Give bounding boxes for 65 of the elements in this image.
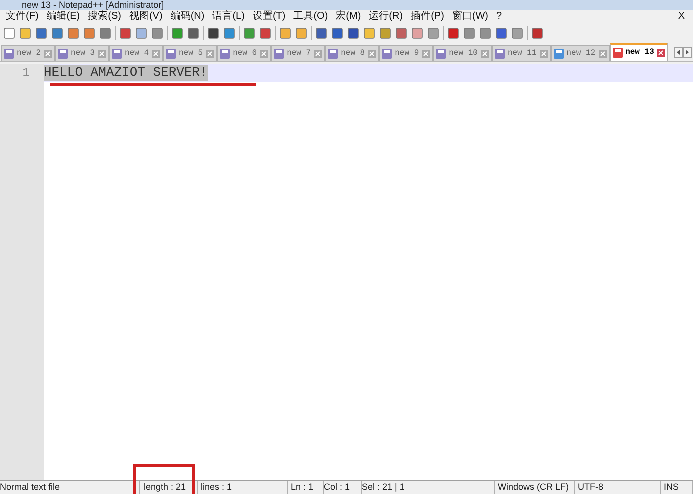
close-icon[interactable] [657,49,666,57]
close-icon[interactable] [368,50,376,58]
menu-item[interactable]: 文件(F) [2,10,43,24]
menu-item[interactable]: 视图(V) [125,10,167,24]
document-tab[interactable]: new 11 [492,45,551,61]
editor-text: HELLO AMAZIOT SERVER! [44,65,208,81]
status-cell: Ln : 1 [288,481,324,494]
close-icon[interactable] [206,50,214,58]
tab-label: new 13 [626,47,654,59]
tab-label: new 10 [449,48,478,60]
tab-label: new 7 [287,48,312,60]
tab-label: new 4 [125,48,150,60]
close-icon[interactable] [540,50,548,58]
status-cell: length : 21 [140,481,198,494]
annotation-frame [133,464,195,494]
menu-item[interactable]: 窗口(W) [448,10,493,24]
scroll-left-icon[interactable] [674,47,683,58]
close-icon[interactable] [98,50,106,58]
tab-label: new 2 [17,48,42,60]
menu-item[interactable]: 插件(P) [407,10,448,24]
tab-label: new 9 [395,48,420,60]
menu-item[interactable]: 搜索(S) [84,10,126,24]
menu-item[interactable]: 运行(R) [365,10,408,24]
status-cell: Normal text file [0,481,140,494]
line-number: 1 [22,65,31,82]
close-icon[interactable] [44,50,52,58]
close-icon[interactable] [480,50,489,58]
status-cell: lines : 1 [198,481,288,494]
status-cell: UTF-8 [575,481,661,494]
document-tab[interactable]: new 13 [610,43,668,61]
status-cell: Sel : 21 | 1 [362,481,495,494]
document-tab[interactable]: new 3 [55,45,110,61]
tab-label: new 5 [179,48,204,60]
document-tab[interactable]: new 7 [271,45,326,61]
document-tab[interactable]: new 6 [217,45,272,61]
scroll-right-icon[interactable] [683,47,692,58]
menu-item[interactable]: 工具(O) [290,10,332,24]
menu-item[interactable]: 编码(N) [166,10,209,24]
tab-label: new 8 [341,48,366,60]
document-tab[interactable]: new 5 [163,45,218,61]
document-tab[interactable]: new 12 [550,45,610,61]
menu-item[interactable]: 语言(L) [208,10,249,24]
close-icon[interactable] [422,50,430,58]
close-icon[interactable] [152,50,160,58]
status-cell: INS [661,481,693,494]
close-icon[interactable] [260,50,268,58]
menu-item[interactable]: 设置(T) [248,10,290,24]
document-tab[interactable]: new 10 [433,45,492,61]
close-icon[interactable] [314,50,322,58]
menu-item[interactable]: 编辑(E) [42,10,84,24]
status-cell: Windows (CR LF) [495,481,575,494]
tab-label: new 11 [508,48,537,60]
document-tab[interactable]: new 9 [379,45,434,61]
document-tab[interactable]: new 8 [325,45,380,61]
close-document-button[interactable]: X [672,10,691,24]
close-icon[interactable] [598,50,607,58]
document-tab[interactable]: new 4 [109,45,164,61]
status-cell: Col : 1 [324,481,362,494]
menu-item[interactable]: ? [492,10,506,24]
document-tab[interactable]: new 2 [1,45,56,61]
menu-item[interactable]: 宏(M) [332,10,366,24]
tab-label: new 6 [233,48,258,60]
window-title: new 13 - Notepad++ [Administrator] [22,0,164,10]
tab-label: new 3 [71,48,96,60]
tab-label: new 12 [566,48,596,60]
